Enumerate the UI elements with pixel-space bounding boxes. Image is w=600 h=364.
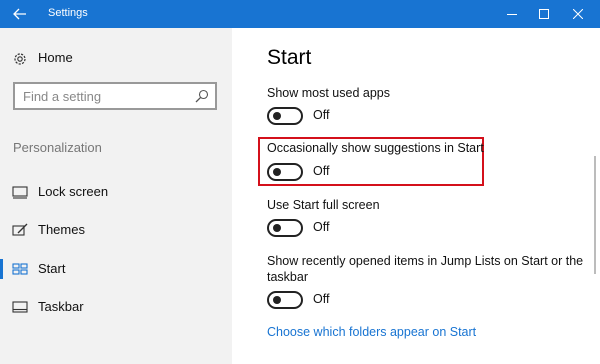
scrollbar[interactable] — [594, 156, 596, 274]
page-title: Start — [267, 46, 312, 69]
sidebar-item-lock-screen[interactable]: Lock screen — [0, 178, 232, 206]
toggle-jump-lists[interactable] — [267, 291, 303, 309]
window-title: Settings — [48, 7, 88, 19]
sidebar-item-label: Themes — [38, 222, 85, 237]
toggle-show-suggestions[interactable] — [267, 163, 303, 181]
toggle-knob — [273, 224, 281, 232]
sidebar: Home Find a setting Personalization Lock… — [0, 28, 232, 364]
toggle-most-used-apps[interactable] — [267, 107, 303, 125]
minimize-icon — [507, 14, 517, 15]
setting-label-suggestions: Occasionally show suggestions in Start — [267, 141, 484, 155]
search-placeholder: Find a setting — [23, 89, 102, 104]
close-button[interactable] — [562, 0, 594, 28]
lock-screen-icon — [12, 186, 28, 199]
setting-label-most-used: Show most used apps — [267, 86, 390, 100]
back-button[interactable] — [0, 0, 40, 28]
toggle-knob — [273, 112, 281, 120]
search-icon[interactable] — [195, 89, 209, 103]
minimize-button[interactable] — [496, 0, 528, 28]
close-icon — [573, 9, 583, 19]
taskbar-icon — [12, 301, 28, 313]
choose-folders-link[interactable]: Choose which folders appear on Start — [267, 325, 476, 339]
sidebar-item-taskbar[interactable]: Taskbar — [0, 293, 232, 321]
gear-icon — [14, 53, 26, 65]
setting-label-full-screen: Use Start full screen — [267, 198, 380, 212]
toggle-state: Off — [313, 108, 330, 122]
toggle-state: Off — [313, 220, 330, 234]
start-icon — [12, 263, 28, 275]
section-label: Personalization — [13, 140, 102, 155]
nav-home[interactable]: Home — [0, 44, 232, 72]
back-arrow-icon — [13, 8, 26, 20]
sidebar-item-label: Taskbar — [38, 299, 84, 314]
toggle-state: Off — [313, 164, 330, 178]
main-panel: Start Show most used apps Off Occasional… — [232, 28, 600, 364]
toggle-state: Off — [313, 292, 330, 306]
sidebar-item-start[interactable]: Start — [0, 255, 232, 283]
toggle-knob — [273, 296, 281, 304]
sidebar-item-themes[interactable]: Themes — [0, 216, 232, 244]
search-input[interactable]: Find a setting — [13, 82, 217, 110]
selection-indicator — [0, 259, 3, 279]
sidebar-item-label: Lock screen — [38, 184, 109, 199]
setting-label-jump-lists: Show recently opened items in Jump Lists… — [267, 254, 584, 284]
nav-home-label: Home — [38, 50, 73, 65]
maximize-button[interactable] — [528, 0, 560, 28]
toggle-start-full-screen[interactable] — [267, 219, 303, 237]
maximize-icon — [539, 9, 549, 19]
toggle-knob — [273, 168, 281, 176]
themes-icon — [12, 223, 28, 236]
title-bar: Settings — [0, 0, 600, 28]
sidebar-item-label: Start — [38, 261, 66, 276]
